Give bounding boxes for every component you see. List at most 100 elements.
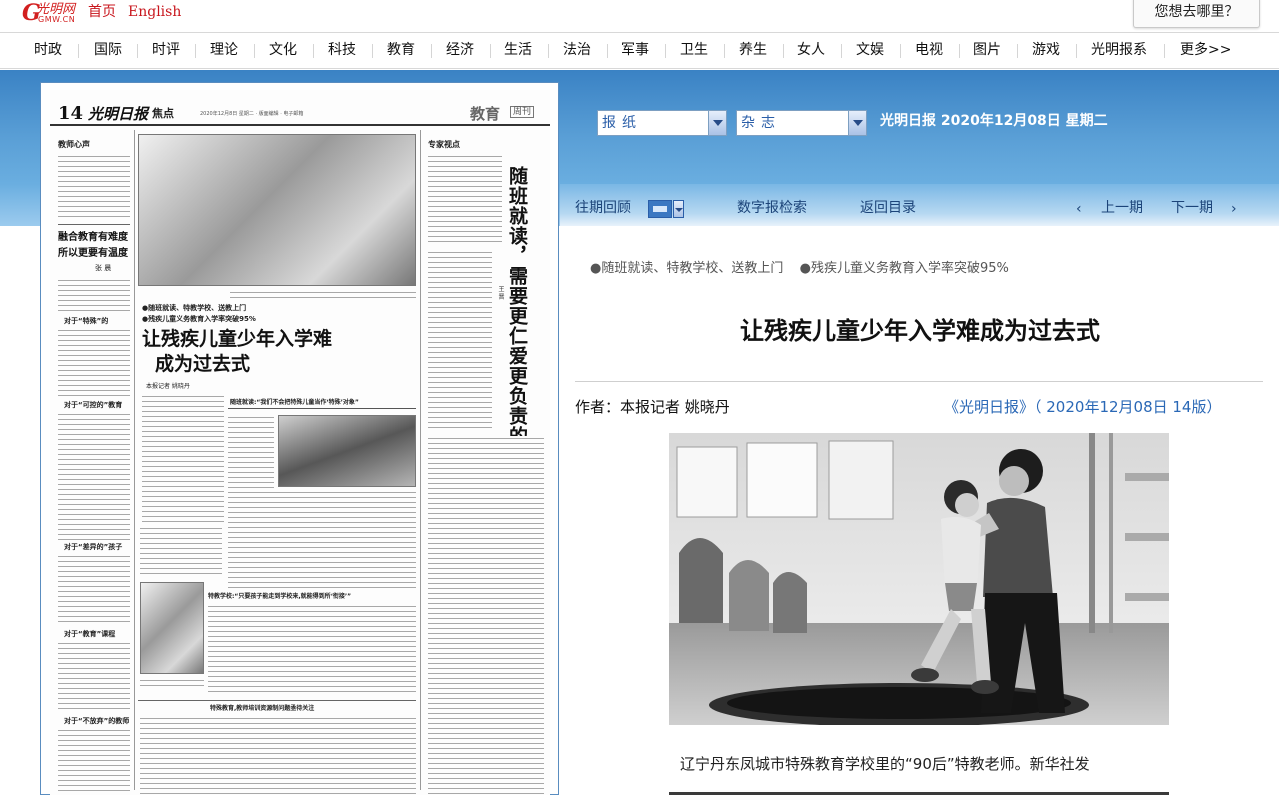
nav-item[interactable]: 养生 [739,41,767,59]
article-photo [669,433,1169,725]
left-author: 张 晨 [95,264,112,272]
column-head-right: 专家视点 [428,140,460,149]
nav-item[interactable]: 国际 [94,41,122,59]
nav-separator [313,44,314,58]
nav-item[interactable]: 电视 [915,41,943,59]
nav-item[interactable]: 生活 [504,41,532,59]
supplement-week: 周刊 [510,106,535,118]
photo-caption: 辽宁丹东凤城市特殊教育学校里的“90后”特教老师。新华社发 [680,755,1090,773]
page-byline: 本报记者 姚晓丹 [146,383,190,390]
subhead-box: 随班就读:“我们不会把特殊儿童当作‘特殊’对象” [228,395,416,409]
nav-item[interactable]: 时评 [152,41,180,59]
nav-separator [1164,44,1165,58]
nav-item[interactable]: 图片 [973,41,1001,59]
nav-separator [1076,44,1077,58]
chevron-down-icon[interactable] [708,111,726,135]
left-subhead-4: 对于“教育”课程 [64,630,116,638]
nav-item[interactable]: 时政 [34,41,62,59]
where-to-go-button[interactable]: 您想去哪里？ [1133,0,1260,28]
text-block [140,526,222,578]
text-block [428,154,502,246]
nav-separator [78,44,79,58]
site-logo[interactable]: G 光明网 GMW.CN [22,2,76,26]
nav-item[interactable]: 教育 [387,41,415,59]
divider [138,700,416,701]
nav-item[interactable]: 文娱 [856,41,884,59]
text-block [228,490,416,588]
page-headline-2: 成为过去式 [155,353,251,375]
chevron-right-icon[interactable]: › [1231,200,1237,218]
page-kicker-1: ●随班就读、特教学校、送教上门 [142,304,247,312]
nav-item[interactable]: 游戏 [1032,41,1060,59]
page-photo-main [138,134,416,286]
photo-caption-lines [230,290,416,298]
calendar-face [648,200,672,218]
magazine-select[interactable]: 杂志 [736,110,867,136]
chevron-down-icon[interactable] [848,111,866,135]
calendar-icon[interactable] [648,200,684,218]
nav-separator [372,44,373,58]
text-block [428,250,492,432]
back-to-index-link[interactable]: 返回目录 [860,199,916,217]
left-title-2: 所以更要有温度 [58,248,128,259]
article-source[interactable]: 《光明日报》（ 2020年12月08日 14版） [944,397,1221,417]
text-block [58,641,130,713]
left-title-1: 融合教育有难度 [58,232,128,243]
page-headline-1: 让残疾儿童少年入学难 [142,328,333,350]
text-block [58,278,130,314]
page-meta: 2020年12月8日 星期二 · 版面编辑 · 电子邮箱 [200,111,304,117]
left-subhead-3: 对于“差异的”孩子 [64,543,123,551]
prev-issue-link[interactable]: 上一期 [1101,199,1143,217]
column-rule [420,130,421,790]
nav-item[interactable]: 经济 [446,41,474,59]
nav-separator [1017,44,1018,58]
nav-separator [607,44,608,58]
newspaper-select-value: 报纸 [602,115,642,131]
text-block [208,604,416,696]
supplement-name: 教育 [470,105,501,123]
left-subhead-5: 对于“不放弃”的教师 [64,717,130,725]
nav-separator [841,44,842,58]
column-head-left: 教师心声 [58,140,90,149]
chevron-left-icon[interactable]: ‹ [1076,200,1082,218]
nav-item[interactable]: 文化 [269,41,297,59]
main-nav: 时政 国际 时评 理论 文化 科技 教育 经济 生活 法治 军事 卫生 养生 女… [0,32,1279,69]
nav-item[interactable]: 光明报系 [1091,41,1147,59]
nav-separator [490,44,491,58]
chevron-down-icon[interactable] [673,200,684,218]
breadcrumb-1[interactable]: ●随班就读、特教学校、送教上门 [590,261,783,276]
divider [58,224,130,225]
newspaper-page-image[interactable]: 14 光明日报 焦点 2020年12月8日 星期二 · 版面编辑 · 电子邮箱 … [50,90,550,795]
text-block [58,554,130,626]
text-block [58,154,130,220]
past-issues-link[interactable]: 往期回顾 [575,199,631,217]
page-subhead-2: 特教学校:“只要孩子能走到学校来,就能得到所‘衔接’” [208,593,352,600]
nav-separator [724,44,725,58]
nav-item[interactable]: 卫生 [680,41,708,59]
nav-item[interactable]: 科技 [328,41,356,59]
english-link[interactable]: English [128,4,181,20]
article-author: 作者：本报记者 姚晓丹 [575,398,730,416]
nav-item[interactable]: 法治 [563,41,591,59]
home-link[interactable]: 首页 [88,4,116,20]
magazine-select-value: 杂志 [741,115,781,131]
next-issue-link[interactable]: 下一期 [1171,199,1213,217]
nav-separator [783,44,784,58]
photo-caption-lines [140,678,204,688]
nav-separator [195,44,196,58]
nav-item[interactable]: 理论 [210,41,238,59]
nav-item[interactable]: 军事 [621,41,649,59]
newspaper-select[interactable]: 报纸 [597,110,727,136]
nav-item[interactable]: 更多>> [1180,41,1231,59]
digital-search-link[interactable]: 数字报检索 [737,199,807,217]
nav-separator [548,44,549,58]
nav-item[interactable]: 女人 [797,41,825,59]
page-masthead: 14 光明日报 焦点 2020年12月8日 星期二 · 版面编辑 · 电子邮箱 … [50,104,550,126]
section-name: 焦点 [152,107,174,120]
masthead-logo: 光明日报 [88,105,149,123]
column-rule [134,130,135,790]
left-subhead-2: 对于“可控的”教育 [64,401,123,409]
logo-sub: GMW.CN [38,15,76,24]
nav-separator [431,44,432,58]
breadcrumb-2[interactable]: ●残疾儿童义务教育入学率突破95% [800,261,1009,276]
